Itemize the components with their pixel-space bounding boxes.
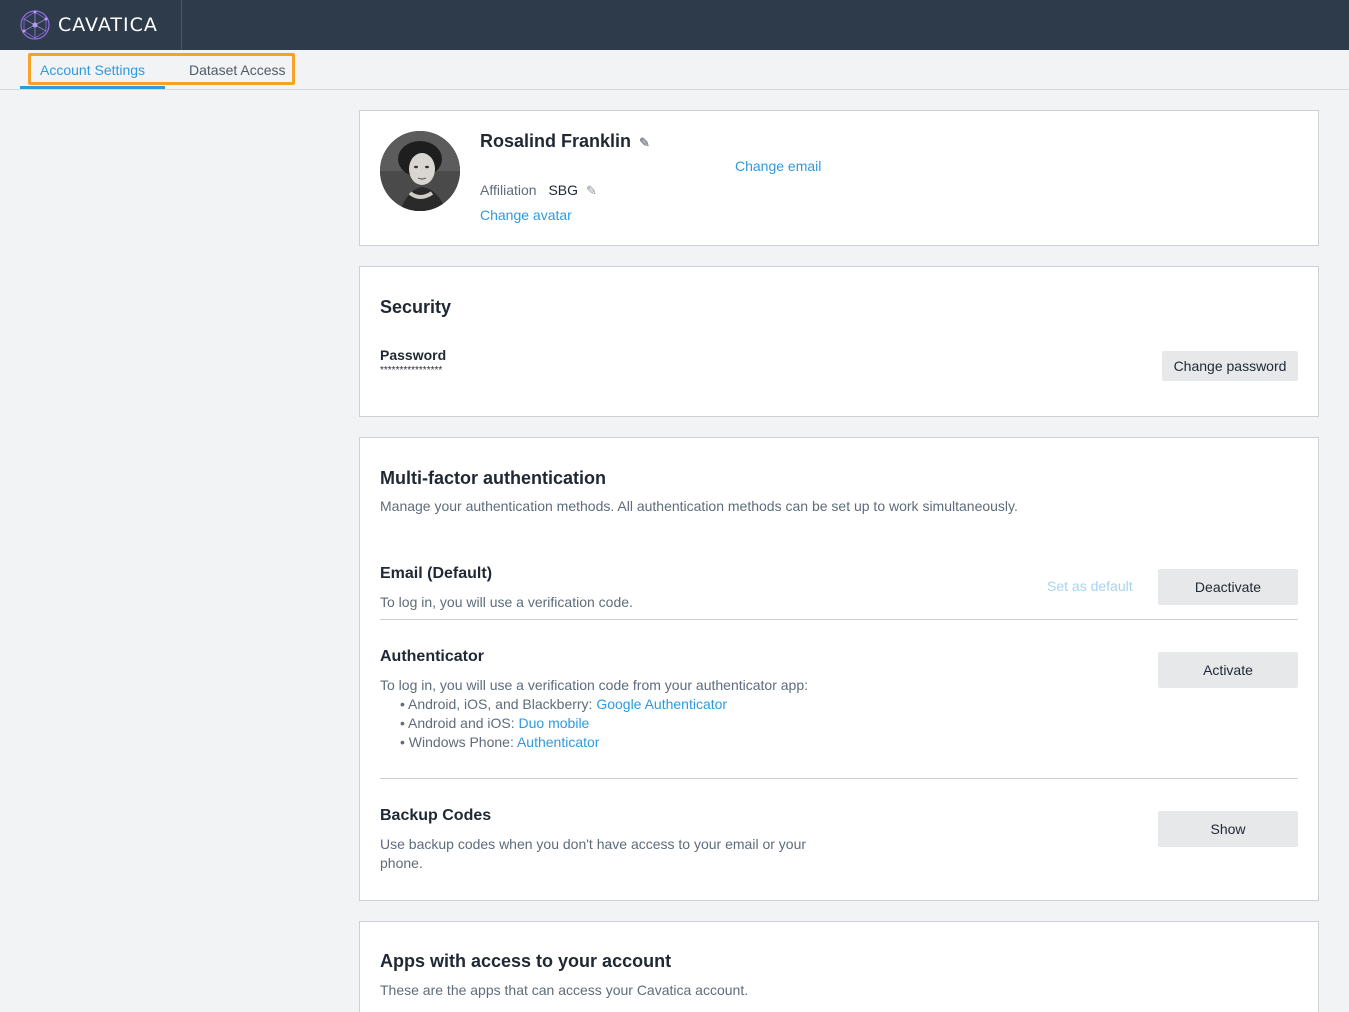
portrait-image <box>380 131 460 211</box>
tab-account-settings[interactable]: Account Settings <box>40 62 145 78</box>
affiliation-row: Affiliation SBG ✎ <box>480 182 597 199</box>
profile-name: Rosalind Franklin ✎ <box>480 131 650 152</box>
show-backup-codes-button[interactable]: Show <box>1158 811 1298 847</box>
top-navbar: CAVATICA <box>0 0 1349 50</box>
list-item: • Android and iOS: Duo mobile <box>380 714 727 733</box>
apps-title: Apps with access to your account <box>380 951 672 971</box>
edit-affiliation-pencil-icon[interactable]: ✎ <box>586 183 597 199</box>
app-name: CAVATICA <box>58 14 158 36</box>
change-avatar-link[interactable]: Change avatar <box>480 207 572 223</box>
affiliation-value: SBG <box>548 182 579 198</box>
change-password-button[interactable]: Change password <box>1162 351 1298 381</box>
authenticator-app-list: • Android, iOS, and Blackberry: Google A… <box>380 695 727 752</box>
mfa-description: Manage your authentication methods. All … <box>380 498 1018 514</box>
change-email-link[interactable]: Change email <box>735 158 821 174</box>
list-item: • Windows Phone: Authenticator <box>380 733 727 752</box>
backup-codes-description-line2: phone. <box>380 855 423 871</box>
profile-name-text: Rosalind Franklin <box>480 131 632 151</box>
mfa-email-title: Email (Default) <box>380 565 493 582</box>
google-authenticator-link[interactable]: Google Authenticator <box>596 696 727 712</box>
security-card: Security Password **************** Chang… <box>359 266 1319 417</box>
app-logo[interactable]: CAVATICA <box>0 0 182 50</box>
list-item: • Android, iOS, and Blackberry: Google A… <box>380 695 727 714</box>
set-as-default-link[interactable]: Set as default <box>1047 578 1133 594</box>
backup-codes-description: Use backup codes when you don't have acc… <box>380 835 806 873</box>
apps-card: Apps with access to your account These a… <box>359 921 1319 1012</box>
deactivate-button[interactable]: Deactivate <box>1158 569 1298 605</box>
password-mask: **************** <box>380 365 443 376</box>
apps-description: These are the apps that can access your … <box>380 982 749 998</box>
mfa-title: Multi-factor authentication <box>380 468 606 488</box>
mfa-email-description: To log in, you will use a verification c… <box>380 594 633 610</box>
security-title: Security <box>380 297 452 317</box>
affiliation-label: Affiliation <box>480 182 537 198</box>
profile-card: Rosalind Franklin ✎ Affiliation SBG ✎ Chan… <box>359 110 1319 246</box>
activate-button[interactable]: Activate <box>1158 652 1298 688</box>
mfa-authenticator-title: Authenticator <box>380 648 484 665</box>
mfa-card: Multi-factor authentication Manage your … <box>359 437 1319 901</box>
divider <box>380 619 1298 620</box>
backup-codes-description-line1: Use backup codes when you don't have acc… <box>380 836 807 852</box>
mfa-authenticator-description: To log in, you will use a verification c… <box>380 677 809 693</box>
edit-name-pencil-icon[interactable]: ✎ <box>639 135 650 151</box>
list-item-prefix: • Android, iOS, and Blackberry: <box>400 696 597 712</box>
avatar <box>380 131 460 211</box>
divider <box>380 778 1298 779</box>
password-label: Password <box>380 347 447 363</box>
list-item-prefix: • Android and iOS: <box>400 715 519 731</box>
network-globe-icon <box>20 10 50 40</box>
backup-codes-title: Backup Codes <box>380 807 492 824</box>
windows-authenticator-link[interactable]: Authenticator <box>517 734 600 750</box>
active-tab-indicator <box>20 86 165 89</box>
tab-dataset-access[interactable]: Dataset Access <box>189 62 286 78</box>
list-item-prefix: • Windows Phone: <box>400 734 517 750</box>
duo-mobile-link[interactable]: Duo mobile <box>519 715 590 731</box>
